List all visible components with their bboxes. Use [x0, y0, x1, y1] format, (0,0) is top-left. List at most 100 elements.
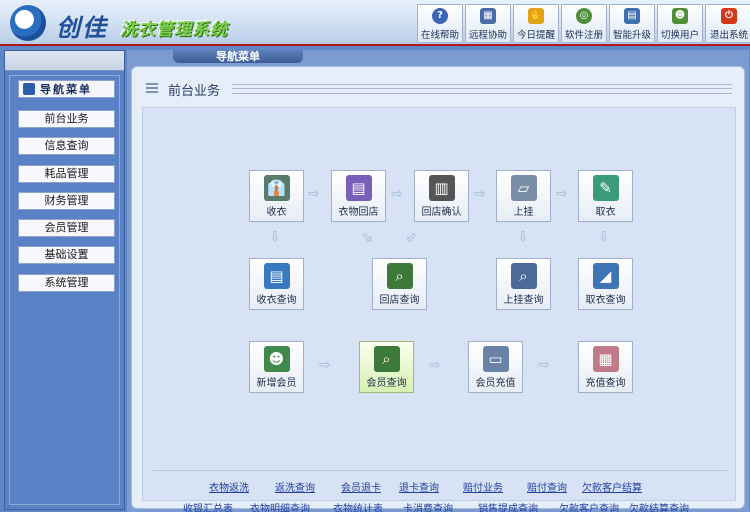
- add-member-button[interactable]: ☻ 新增会员: [249, 341, 304, 393]
- logo-icon: [10, 5, 46, 41]
- upgrade-icon: ▤: [624, 8, 640, 24]
- member-recharge-button[interactable]: ▭ 会员充值: [468, 341, 523, 393]
- receive-clothes-button[interactable]: 👔 收衣: [249, 170, 304, 222]
- sidebar-item-finance[interactable]: 财务管理: [18, 192, 115, 210]
- arrow-right-icon: ⇨: [474, 186, 486, 202]
- link-sales-commission-query[interactable]: 销售提成查询: [478, 500, 538, 512]
- card-reader-icon: ▭: [482, 346, 509, 372]
- link-debt-settlement[interactable]: 欠款客户结算: [582, 479, 642, 494]
- exit-label: 退出系统: [709, 30, 748, 41]
- link-debt-settlement-query[interactable]: 欠款结算查询: [629, 500, 689, 512]
- panel-title: 前台业务: [168, 84, 221, 99]
- sidebar-header-bar: [5, 51, 124, 71]
- workflow-area: 👔 收衣 ⇨ ▤ 衣物回店 ⇨ ▥ 回店确认 ⇨ ▱ 上挂 ⇨ ✎ 取衣 ⇩ ⬂…: [142, 107, 736, 512]
- link-card-spend-query[interactable]: 卡消费查询: [403, 500, 453, 512]
- link-rewash-query[interactable]: 返洗查询: [275, 479, 315, 494]
- sidebar-item-system[interactable]: 系统管理: [18, 274, 115, 292]
- book-query-icon: ▤: [263, 263, 290, 289]
- hang-label: 上挂: [513, 207, 534, 218]
- pickup-query-label: 取衣查询: [585, 295, 626, 306]
- reminder-label: 今日提醒: [516, 30, 555, 41]
- arrow-right-icon: ⇨: [538, 357, 550, 373]
- upgrade-label: 智能升级: [612, 30, 651, 41]
- reminder-button[interactable]: ✋ 今日提醒: [513, 4, 559, 43]
- arrow-down-icon: ⇩: [598, 229, 610, 245]
- link-compensation-query[interactable]: 赔付查询: [527, 479, 567, 494]
- arrow-right-icon: ⇨: [319, 357, 331, 373]
- member-query-label: 会员查询: [366, 378, 407, 389]
- sidebar-item-basic-settings[interactable]: 基础设置: [18, 246, 115, 264]
- header-divider: [232, 84, 732, 94]
- arrow-right-icon: ⇨: [391, 186, 403, 202]
- sidebar-item-members[interactable]: 会员管理: [18, 219, 115, 237]
- sidebar-menu: 导航菜单 前台业务 信息查询 耗品管理 财务管理 会员管理 基础设置 系统管理: [9, 75, 120, 505]
- remote-assist-icon: ▦: [480, 8, 496, 24]
- arrow-diagonal-icon: ⬃: [406, 229, 418, 245]
- hang-query-label: 上挂查询: [503, 295, 544, 306]
- book-icon: ▥: [428, 175, 455, 201]
- link-clothes-detail-query[interactable]: 衣物明细查询: [250, 500, 310, 512]
- pickup-button[interactable]: ✎ 取衣: [578, 170, 633, 222]
- quick-links: 衣物返洗 返洗查询 会员退卡 退卡查询 赔付业务 赔付查询 欠款客户结算 收银汇…: [153, 470, 727, 512]
- register-button[interactable]: ◎ 软件注册: [561, 4, 607, 43]
- link-clothes-stats[interactable]: 衣物统计表: [333, 500, 383, 512]
- clothes-return-shop-button[interactable]: ▤ 衣物回店: [331, 170, 386, 222]
- nav-menu-tab: 导航菜单: [173, 50, 303, 63]
- logo-text: 创佳: [56, 13, 108, 42]
- panel-header: 前台业务: [142, 77, 736, 101]
- link-rewash[interactable]: 衣物返洗: [209, 479, 249, 494]
- sidebar: 导航菜单 前台业务 信息查询 耗品管理 财务管理 会员管理 基础设置 系统管理: [4, 50, 125, 510]
- arrow-right-icon: ⇨: [556, 186, 568, 202]
- cards-icon: ▦: [592, 346, 619, 372]
- sidebar-item-front-desk[interactable]: 前台业务: [18, 110, 115, 128]
- hang-query-button[interactable]: ⌕ 上挂查询: [496, 258, 551, 310]
- member-recharge-label: 会员充值: [475, 378, 516, 389]
- return-query-button[interactable]: ⌕ 回店查询: [372, 258, 427, 310]
- nav-menu-icon: [23, 83, 35, 95]
- reminder-icon: ✋: [528, 8, 544, 24]
- chart-query-icon: ◢: [592, 263, 619, 289]
- receive-clothes-label: 收衣: [266, 207, 287, 218]
- content-panel: 前台业务 👔 收衣 ⇨ ▤ 衣物回店 ⇨ ▥ 回店确认 ⇨ ▱ 上挂 ⇨ ✎ 取…: [131, 66, 745, 512]
- recharge-query-button[interactable]: ▦ 充值查询: [578, 341, 633, 393]
- link-card-return-query[interactable]: 退卡查询: [399, 479, 439, 494]
- main-area: 导航菜单 前台业务 👔 收衣 ⇨ ▤ 衣物回店 ⇨ ▥ 回店确认 ⇨ ▱ 上挂 …: [127, 50, 749, 512]
- return-confirm-label: 回店确认: [421, 207, 462, 218]
- app-header: 创佳 洗衣管理系统 ? 在线帮助 ▦ 远程协助 ✋ 今日提醒 ◎ 软件注册 ▤ …: [0, 0, 750, 46]
- register-label: 软件注册: [564, 30, 603, 41]
- remote-assist-button[interactable]: ▦ 远程协助: [465, 4, 511, 43]
- panel-list-icon: [146, 83, 158, 93]
- recharge-query-label: 充值查询: [585, 378, 626, 389]
- binoculars-icon: ⌕: [386, 263, 413, 289]
- switch-user-icon: ☻: [672, 8, 688, 24]
- arrow-diagonal-icon: ⬂: [361, 229, 373, 245]
- shirt-icon: 👔: [263, 175, 290, 201]
- arrow-right-icon: ⇨: [308, 186, 320, 202]
- upgrade-button[interactable]: ▤ 智能升级: [609, 4, 655, 43]
- pickup-query-button[interactable]: ◢ 取衣查询: [578, 258, 633, 310]
- sidebar-item-supplies[interactable]: 耗品管理: [18, 165, 115, 183]
- sidebar-item-info-query[interactable]: 信息查询: [18, 137, 115, 155]
- remote-assist-label: 远程协助: [468, 30, 507, 41]
- link-compensation[interactable]: 赔付业务: [463, 479, 503, 494]
- help-button[interactable]: ? 在线帮助: [417, 4, 463, 43]
- users-icon: ☻: [263, 346, 290, 372]
- arrow-down-icon: ⇩: [269, 229, 281, 245]
- toolbar: ? 在线帮助 ▦ 远程协助 ✋ 今日提醒 ◎ 软件注册 ▤ 智能升级 ☻ 切换用…: [417, 4, 750, 43]
- member-query-button[interactable]: ⌕ 会员查询: [359, 341, 414, 393]
- notebook-icon: ▤: [345, 175, 372, 201]
- receive-query-button[interactable]: ▤ 收衣查询: [249, 258, 304, 310]
- link-member-card-return[interactable]: 会员退卡: [341, 479, 381, 494]
- arrow-right-icon: ⇨: [429, 357, 441, 373]
- help-label: 在线帮助: [420, 30, 459, 41]
- exit-button[interactable]: ⏻ 退出系统: [705, 4, 750, 43]
- certificate-icon: ✎: [592, 175, 619, 201]
- sidebar-title: 导航菜单: [18, 80, 115, 98]
- switch-user-button[interactable]: ☻ 切换用户: [657, 4, 703, 43]
- hang-button[interactable]: ▱ 上挂: [496, 170, 551, 222]
- link-cashier-summary[interactable]: 收银汇总表: [183, 500, 233, 512]
- return-query-label: 回店查询: [379, 295, 420, 306]
- link-debt-customer-query[interactable]: 欠款客户查询: [559, 500, 619, 512]
- return-confirm-button[interactable]: ▥ 回店确认: [414, 170, 469, 222]
- pda-icon: ▱: [510, 175, 537, 201]
